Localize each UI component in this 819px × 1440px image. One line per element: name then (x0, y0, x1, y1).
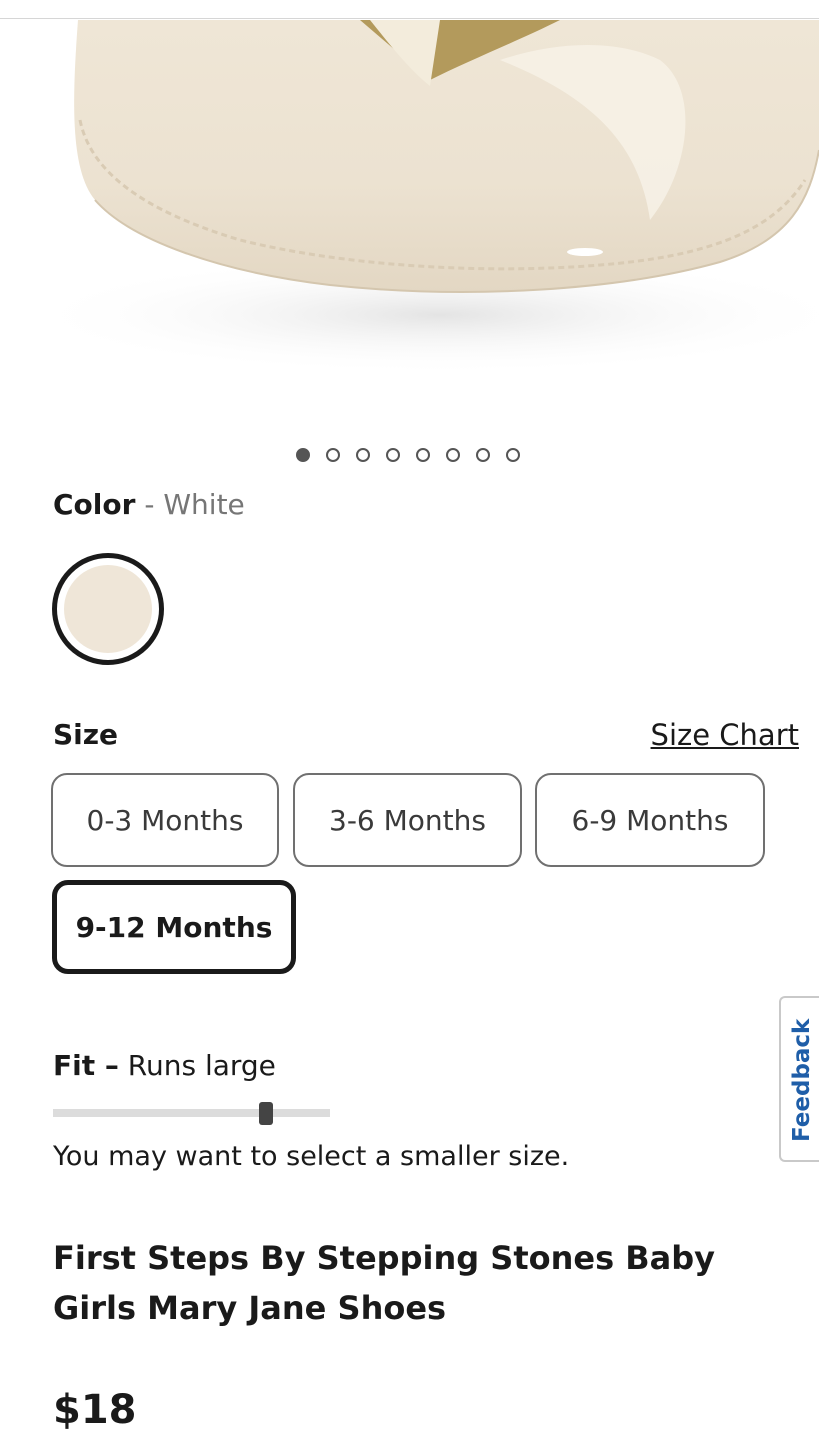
swatch-fill (64, 565, 152, 653)
size-option-3-6-months[interactable]: 3-6 Months (293, 773, 522, 867)
fit-value: Runs large (127, 1049, 276, 1082)
size-option-9-12-months[interactable]: 9-12 Months (52, 880, 296, 974)
fit-scale-track (53, 1109, 330, 1117)
carousel-dot-4[interactable] (386, 448, 400, 462)
shoe-illustration (20, 20, 819, 375)
carousel-dot-8[interactable] (506, 448, 520, 462)
carousel-dot-3[interactable] (356, 448, 370, 462)
fit-note: You may want to select a smaller size. (53, 1141, 570, 1172)
size-option-6-9-months[interactable]: 6-9 Months (535, 773, 765, 867)
fit-label: Fit – Runs large (53, 1047, 276, 1085)
feedback-tab[interactable]: Feedback (779, 996, 819, 1162)
feedback-label: Feedback (789, 1018, 815, 1142)
size-option-0-3-months[interactable]: 0-3 Months (51, 773, 279, 867)
color-heading: Color (53, 488, 136, 521)
fit-heading: Fit – (53, 1049, 119, 1082)
color-label: Color - White (53, 486, 245, 524)
carousel-pagination (296, 448, 520, 462)
product-image[interactable] (0, 0, 819, 420)
fit-scale-marker (259, 1102, 274, 1125)
carousel-dot-1[interactable] (296, 448, 310, 462)
size-chart-link[interactable]: Size Chart (651, 716, 799, 754)
color-separator: - (144, 488, 155, 521)
selected-color-name: White (163, 488, 245, 521)
product-price: $18 (53, 1387, 137, 1433)
color-swatch-white[interactable] (52, 553, 164, 665)
size-heading: Size (53, 718, 119, 751)
carousel-dot-5[interactable] (416, 448, 430, 462)
carousel-dot-6[interactable] (446, 448, 460, 462)
carousel-dot-2[interactable] (326, 448, 340, 462)
carousel-dot-7[interactable] (476, 448, 490, 462)
product-title: First Steps By Stepping Stones Baby Girl… (53, 1239, 716, 1327)
